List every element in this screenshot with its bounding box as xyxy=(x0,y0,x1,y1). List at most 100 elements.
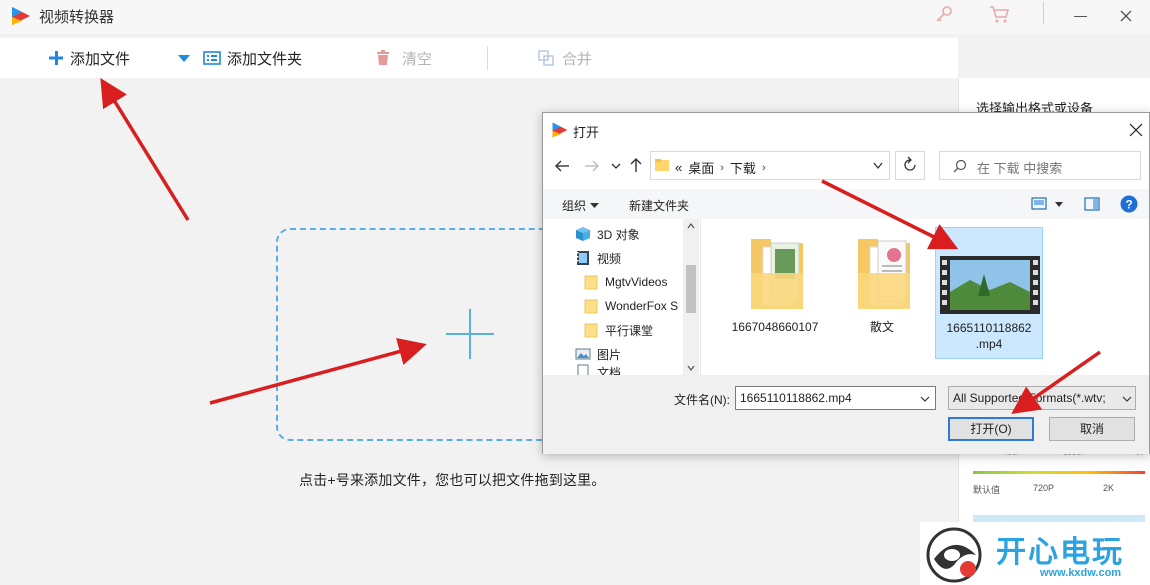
scroll-thumb[interactable] xyxy=(686,265,696,313)
nav-item-videos[interactable]: 视频 xyxy=(575,247,621,269)
recent-locations-chevron-icon[interactable] xyxy=(610,160,622,172)
breadcrumb-separator-icon[interactable]: › xyxy=(762,162,766,174)
open-file-dialog: 打开 « 桌面 › 下载 › 在 下载 中搜索 组织 新建文件夹 ? 3D 对象… xyxy=(542,112,1150,454)
nav-label: 文档 xyxy=(597,366,622,375)
chevron-down-icon xyxy=(590,202,600,208)
help-icon[interactable]: ? xyxy=(1120,195,1138,213)
folder-icon xyxy=(655,159,669,171)
command-bar: 组织 新建文件夹 ? xyxy=(543,189,1149,219)
app-titlebar: 视频转换器 xyxy=(0,0,1150,34)
breadcrumb-separator-icon[interactable]: › xyxy=(720,162,724,174)
address-bar[interactable]: « 桌面 › 下载 › xyxy=(650,151,890,180)
file-item[interactable]: 1667048660107 xyxy=(721,227,829,359)
file-type-value: All Supported Formats(*.wtv; xyxy=(953,391,1106,405)
file-item-selected[interactable]: 1665110118862 .mp4 xyxy=(935,227,1043,359)
pictures-icon xyxy=(575,348,591,360)
quality-scale-labels: 默认值 720P 2K xyxy=(973,483,1145,497)
nav-item-wonderfox[interactable]: WonderFox S xyxy=(583,295,683,317)
filename-input[interactable]: 1665110118862.mp4 xyxy=(735,386,936,410)
filename-value[interactable]: 1665110118862.mp4 xyxy=(740,391,852,405)
filename-label: 文件名(N): xyxy=(674,393,730,407)
nav-item-pictures[interactable]: 图片 xyxy=(575,343,621,365)
close-window-button[interactable] xyxy=(1118,8,1134,24)
nav-label: WonderFox S xyxy=(605,299,679,313)
video-file-icon xyxy=(940,256,1040,314)
chevron-down-icon xyxy=(178,55,190,62)
dialog-title: 打开 xyxy=(573,125,600,140)
nav-item-documents[interactable]: 文档 xyxy=(575,364,621,375)
toolbar-divider xyxy=(487,46,488,70)
clear-label: 清空 xyxy=(402,50,433,68)
svg-text:?: ? xyxy=(1125,198,1132,212)
add-plus-vertical[interactable] xyxy=(469,309,471,359)
file-drop-zone[interactable] xyxy=(276,228,576,441)
video-folder-icon xyxy=(577,251,589,265)
refresh-button[interactable] xyxy=(895,151,925,180)
minimize-button[interactable] xyxy=(1074,16,1087,17)
plus-icon xyxy=(49,51,63,65)
scroll-down-icon[interactable] xyxy=(687,365,695,371)
chevron-down-icon xyxy=(1122,396,1132,402)
open-button[interactable]: 打开(O) xyxy=(948,417,1034,441)
nav-item-mgtvvideos[interactable]: MgtvVideos xyxy=(583,271,667,293)
search-placeholder: 在 下载 中搜索 xyxy=(977,161,1063,176)
documents-icon xyxy=(577,364,589,375)
address-overflow[interactable]: « xyxy=(675,160,682,175)
nav-label: 3D 对象 xyxy=(597,227,640,242)
clear-button[interactable]: 清空 xyxy=(376,47,432,69)
file-type-select[interactable]: All Supported Formats(*.wtv; xyxy=(948,386,1136,410)
new-folder-button[interactable]: 新建文件夹 xyxy=(629,197,689,214)
arrow-to-add-file xyxy=(100,78,190,221)
view-options-icon[interactable] xyxy=(1031,196,1065,212)
scroll-up-icon[interactable] xyxy=(687,223,695,229)
file-extension: .mp4 xyxy=(975,337,1003,351)
dialog-footer: 文件名(N): 1665110118862.mp4 All Supported … xyxy=(543,375,1149,454)
watermark-logo-icon xyxy=(926,527,982,583)
folder-icon xyxy=(751,239,803,309)
nav-label: 平行课堂 xyxy=(605,323,654,338)
add-folder-button[interactable]: 添加文件夹 xyxy=(177,47,302,69)
watermark-text: 开心电玩 xyxy=(996,535,1124,570)
back-arrow-icon[interactable] xyxy=(553,157,571,175)
trash-icon xyxy=(377,50,389,65)
address-history-chevron-icon[interactable] xyxy=(872,161,884,171)
refresh-icon xyxy=(904,156,916,171)
key-icon[interactable] xyxy=(934,4,954,24)
3d-objects-icon xyxy=(576,227,590,241)
nav-item-3d-objects[interactable]: 3D 对象 xyxy=(575,223,640,245)
nav-scrollbar[interactable] xyxy=(683,219,699,375)
folder-icon xyxy=(858,239,910,309)
quality-slider[interactable] xyxy=(973,471,1145,474)
breadcrumb-desktop[interactable]: 桌面 xyxy=(688,158,714,177)
breadcrumb-downloads[interactable]: 下载 xyxy=(730,158,756,177)
add-folder-label: 添加文件夹 xyxy=(227,50,303,68)
organize-menu[interactable]: 组织 xyxy=(562,197,600,214)
cancel-button[interactable]: 取消 xyxy=(1049,417,1135,441)
merge-icon xyxy=(538,50,554,66)
folder-icon xyxy=(584,323,598,338)
app-toolbar: 添加文件 添加文件夹 清空 合并 xyxy=(0,38,958,78)
cart-icon[interactable] xyxy=(988,4,1010,24)
preview-pane-icon[interactable] xyxy=(1084,196,1100,212)
folder-icon xyxy=(584,299,598,314)
file-item[interactable]: 散文 xyxy=(828,227,936,359)
dialog-app-icon xyxy=(552,122,568,138)
file-name: 1665110118862 xyxy=(946,321,1032,335)
add-file-button[interactable]: 添加文件 xyxy=(48,47,130,69)
merge-button[interactable]: 合并 xyxy=(538,47,592,69)
add-file-label: 添加文件 xyxy=(70,50,131,68)
search-box[interactable]: 在 下载 中搜索 xyxy=(939,151,1141,180)
watermark: 开心电玩 www.kxdw.com xyxy=(920,522,1150,585)
file-list: 1667048660107 散文 1665110118862 .mp4 xyxy=(700,219,1149,375)
file-name: 1667048660107 xyxy=(731,320,819,334)
navigation-pane: 3D 对象 视频 MgtvVideos WonderFox S 平行课堂 图片 … xyxy=(543,219,699,375)
nav-item-pingxing[interactable]: 平行课堂 xyxy=(583,319,653,341)
dialog-close-icon[interactable] xyxy=(1129,123,1143,137)
up-arrow-icon[interactable] xyxy=(627,156,645,174)
chevron-down-icon[interactable] xyxy=(920,395,930,403)
merge-label: 合并 xyxy=(562,50,593,68)
forward-arrow-icon[interactable] xyxy=(583,157,601,175)
drop-hint-text: 点击+号来添加文件，您也可以把文件拖到这里。 xyxy=(299,472,606,488)
scale-default: 默认值 xyxy=(973,485,1001,495)
scale-2k: 2K xyxy=(1103,483,1115,493)
